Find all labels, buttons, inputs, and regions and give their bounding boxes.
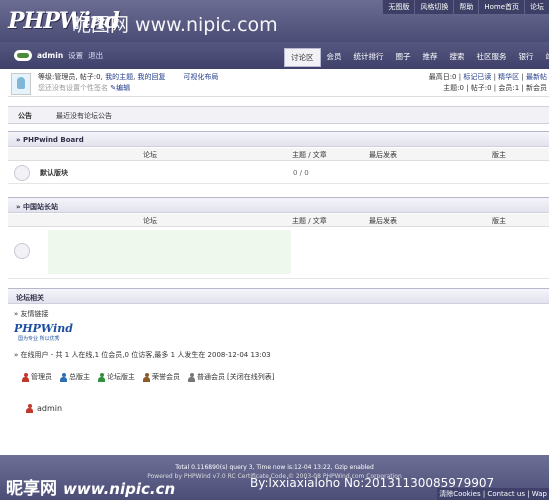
top-link-home[interactable]: Home首页 bbox=[478, 0, 524, 14]
online-user-entry: admin bbox=[26, 404, 62, 413]
member-person-icon bbox=[188, 372, 195, 382]
logout-link[interactable]: 退出 bbox=[88, 50, 103, 61]
edit-label: 编辑 bbox=[116, 84, 131, 92]
bottom-watermark: 昵享网 www.nipic.cn bbox=[6, 474, 175, 499]
col-forum: 论坛 bbox=[143, 217, 157, 225]
forum-stats: 0 / 0 bbox=[293, 169, 309, 177]
legend-item: 论坛版主 bbox=[98, 372, 135, 382]
watermark-zh: 昵享网 bbox=[6, 479, 57, 499]
col-forum: 论坛 bbox=[143, 151, 157, 159]
top-link-help[interactable]: 帮助 bbox=[453, 0, 478, 14]
top-link-style[interactable]: 风格切换 bbox=[414, 0, 453, 14]
table-row: 默认版块 0 / 0 bbox=[8, 162, 549, 184]
watermark-text: 昵图网 www.nipic.com bbox=[72, 14, 278, 36]
moderator-person-icon bbox=[98, 372, 105, 382]
nav-item-services[interactable]: 社区服务 bbox=[471, 48, 513, 67]
footer-links[interactable]: 清除Cookies | Contact us | Wap bbox=[437, 488, 549, 500]
admin-person-icon bbox=[26, 404, 33, 413]
nav-item-admin[interactable]: 站长 bbox=[540, 48, 549, 67]
top-links: 无图版 风格切换 帮助 Home首页 论坛 bbox=[382, 0, 549, 14]
col-last-post: 最后发表 bbox=[369, 151, 397, 159]
nav-item-bank[interactable]: 银行 bbox=[513, 48, 540, 67]
signature-line: 您还没有设置个性签名 ✎编辑 bbox=[38, 83, 130, 93]
footer-stats: Total 0.116890(s) query 3, Time now is:1… bbox=[175, 464, 374, 471]
nav-item-recommend[interactable]: 推荐 bbox=[417, 48, 444, 67]
top-link-no-image[interactable]: 无图版 bbox=[382, 0, 414, 14]
separator: | bbox=[493, 73, 496, 81]
newest-link[interactable]: 最新帖 bbox=[526, 73, 547, 81]
nav-item-forum[interactable]: 讨论区 bbox=[284, 48, 321, 67]
board-title-china-webmaster[interactable]: » 中国站长站 bbox=[8, 197, 549, 213]
col-topics: 主题 / 文章 bbox=[292, 217, 327, 225]
admin-person-icon bbox=[22, 372, 29, 382]
close-online-list-link[interactable]: [关闭在线列表] bbox=[227, 372, 274, 382]
legend-label: 论坛版主 bbox=[107, 373, 135, 381]
forum-status-icon bbox=[14, 165, 30, 181]
legend-label: 荣誉会员 bbox=[152, 373, 180, 381]
visual-layout-link[interactable]: 可视化布局 bbox=[183, 73, 218, 81]
top-link-forum[interactable]: 论坛 bbox=[524, 0, 549, 14]
online-username-link[interactable]: admin bbox=[37, 404, 62, 413]
nav-menu: 讨论区 会员 统计排行 圈子 推荐 搜索 社区服务 银行 站长 bbox=[284, 48, 549, 67]
user-badge-icon bbox=[14, 50, 32, 61]
user-info-strip: 等级:管理员, 帖子:0, 我的主题, 我的回复 可视化布局 您还没有设置个性签… bbox=[8, 70, 549, 97]
level-text: 等级:管理员, 帖子:0, bbox=[38, 73, 103, 81]
nav-item-search[interactable]: 搜索 bbox=[444, 48, 471, 67]
mark-read-link[interactable]: 标记已读 bbox=[463, 73, 491, 81]
user-stats-line: 等级:管理员, 帖子:0, 我的主题, 我的回复 可视化布局 bbox=[38, 73, 219, 81]
announcement-text: 最近没有论坛公告 bbox=[56, 112, 112, 120]
forum-status-icon bbox=[14, 243, 30, 259]
empty-forum-cell bbox=[48, 230, 291, 274]
board-table-header: 论坛 主题 / 文章 最后发表 版主 bbox=[8, 148, 549, 161]
site-header: PHPWind 昵图网 www.nipic.com 无图版 风格切换 帮助 Ho… bbox=[0, 0, 549, 42]
legend-item: 普通会员 [关闭在线列表] bbox=[188, 372, 274, 382]
user-area: admin 设置 退出 bbox=[14, 50, 103, 61]
table-row bbox=[8, 227, 549, 279]
legend-label: 管理员 bbox=[31, 373, 52, 381]
phpwind-link-slogan: 国为专业 所以优秀 bbox=[18, 336, 60, 342]
max-day-text: 最高日:0 | bbox=[428, 73, 462, 81]
watermark-url: www.nipic.cn bbox=[63, 480, 176, 498]
board-table-header: 论坛 主题 / 文章 最后发表 版主 bbox=[8, 214, 549, 227]
announcement-bar: 公告 最近没有论坛公告 bbox=[8, 106, 549, 124]
legend-label: 总版主 bbox=[69, 373, 90, 381]
separator: | bbox=[521, 73, 524, 81]
nav-item-groups[interactable]: 圈子 bbox=[390, 48, 417, 67]
signature-text: 您还没有设置个性签名 bbox=[38, 84, 108, 92]
legend-label: 普通会员 bbox=[197, 373, 225, 381]
edit-signature-link[interactable]: ✎编辑 bbox=[110, 84, 130, 92]
phpwind-link-logo[interactable]: PHPWind bbox=[14, 322, 73, 335]
my-topics-link[interactable]: 我的主题 bbox=[105, 73, 133, 81]
legend-item: 荣誉会员 bbox=[143, 372, 180, 382]
my-replies-link[interactable]: 我的回复 bbox=[138, 73, 166, 81]
nav-item-stats[interactable]: 统计排行 bbox=[348, 48, 390, 67]
friend-links-label: » 友情链接 bbox=[14, 310, 49, 318]
col-topics: 主题 / 文章 bbox=[292, 151, 327, 159]
board-title-phpwind[interactable]: » PHPwind Board bbox=[8, 131, 549, 147]
legend-item: 总版主 bbox=[60, 372, 90, 382]
honor-person-icon bbox=[143, 372, 150, 382]
legend-item: 管理员 bbox=[22, 372, 52, 382]
totals-text: 主题:0 | 帖子:0 | 会员:1 | 新会员 bbox=[443, 84, 547, 92]
settings-link[interactable]: 设置 bbox=[68, 50, 83, 61]
related-title: 论坛相关 bbox=[8, 288, 549, 304]
main-navbar: admin 设置 退出 讨论区 会员 统计排行 圈子 推荐 搜索 社区服务 银行… bbox=[0, 42, 549, 69]
avatar[interactable] bbox=[11, 73, 31, 95]
member-legend: 管理员 总版主 论坛版主 荣誉会员 普通会员 [关闭在线列表] bbox=[22, 372, 274, 382]
username-link[interactable]: admin bbox=[37, 51, 63, 60]
forum-name-link[interactable]: 默认版块 bbox=[40, 168, 68, 178]
super-mod-person-icon bbox=[60, 372, 67, 382]
essence-link[interactable]: 精华区 bbox=[498, 73, 519, 81]
forum-stats-right: 最高日:0 | 标记已读 | 精华区 | 最新帖 bbox=[429, 72, 547, 82]
nav-item-members[interactable]: 会员 bbox=[321, 48, 348, 67]
announcement-label: 公告 bbox=[18, 112, 32, 120]
online-users-line: » 在线用户 - 共 1 人在线,1 位会员,0 位访客,最多 1 人发生在 2… bbox=[14, 351, 271, 359]
col-moderator: 版主 bbox=[492, 151, 506, 159]
col-last-post: 最后发表 bbox=[369, 217, 397, 225]
col-moderator: 版主 bbox=[492, 217, 506, 225]
